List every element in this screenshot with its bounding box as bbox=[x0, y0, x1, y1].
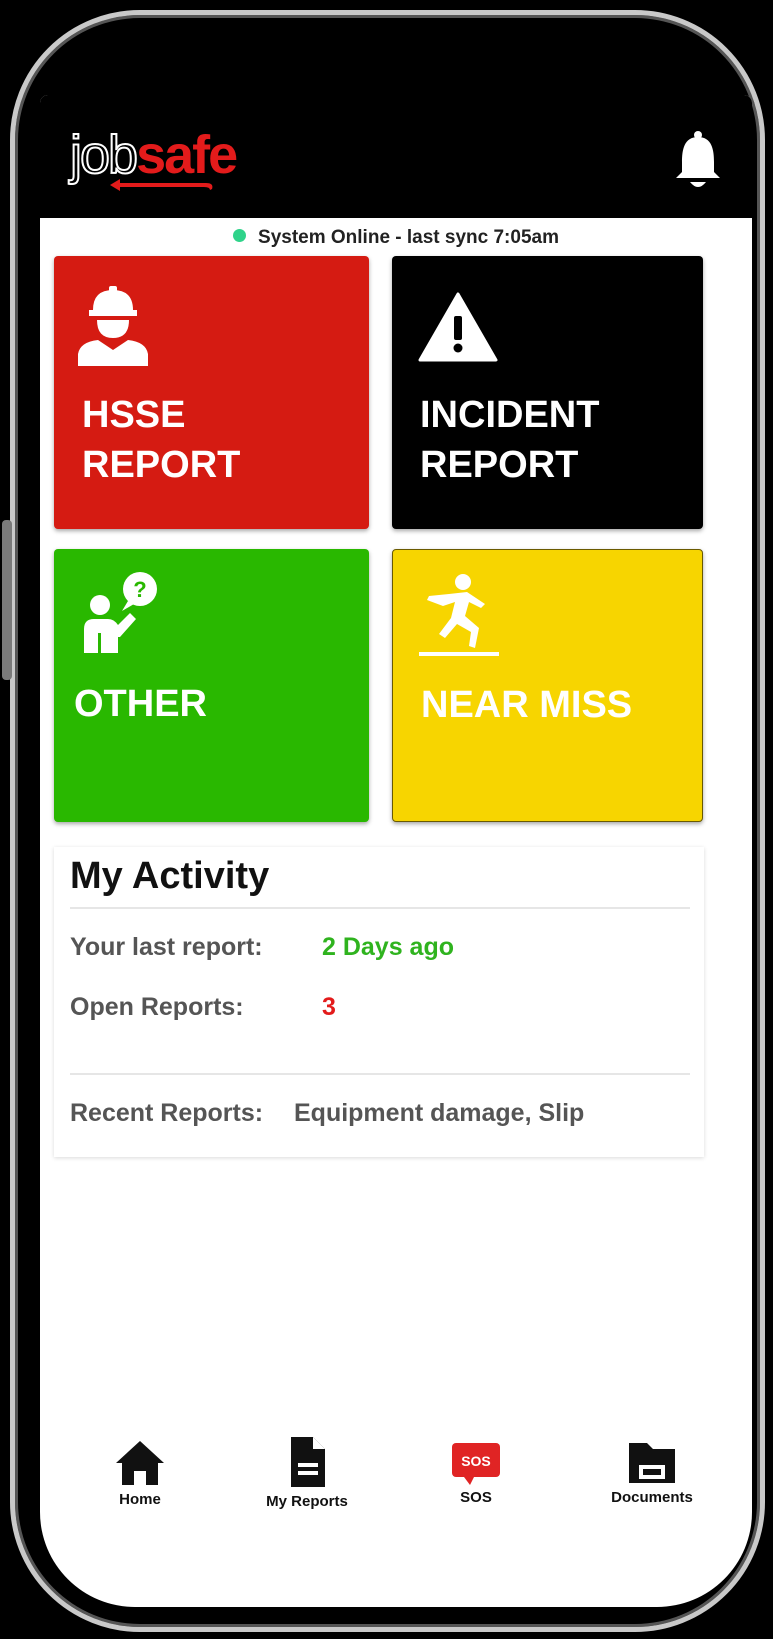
nav-my-reports[interactable]: My Reports bbox=[252, 1435, 362, 1510]
activity-divider-2 bbox=[70, 1073, 690, 1075]
document-icon bbox=[291, 1437, 325, 1487]
last-report-label: Your last report: bbox=[70, 933, 263, 961]
activity-divider bbox=[70, 907, 690, 909]
near-miss-label: NEAR MISS bbox=[421, 684, 633, 726]
nav-documents[interactable]: Documents bbox=[602, 1441, 702, 1506]
logo-swoosh-icon bbox=[110, 179, 213, 191]
nav-home[interactable]: Home bbox=[100, 1439, 180, 1508]
nav-documents-label: Documents bbox=[611, 1489, 693, 1506]
jobsafe-logo: jobsafe bbox=[69, 124, 238, 186]
svg-text:SOS: SOS bbox=[461, 1453, 491, 1469]
home-icon bbox=[116, 1441, 164, 1485]
system-status: System Online - last sync 7:05am bbox=[40, 227, 752, 249]
recent-reports-label: Recent Reports: bbox=[70, 1099, 264, 1127]
incident-report-tile[interactable]: INCIDENT REPORT bbox=[392, 256, 703, 529]
my-activity-card: My Activity Your last report: 2 Days ago… bbox=[54, 847, 704, 1157]
activity-title: My Activity bbox=[70, 855, 270, 897]
nav-sos-label: SOS bbox=[460, 1489, 492, 1506]
folder-icon bbox=[629, 1443, 675, 1483]
open-reports-label: Open Reports: bbox=[70, 993, 244, 1021]
hsse-report-tile[interactable]: HSSE REPORT bbox=[54, 256, 369, 529]
status-online-dot bbox=[233, 229, 247, 242]
last-report-value: 2 Days ago bbox=[322, 933, 455, 961]
nav-home-label: Home bbox=[119, 1491, 161, 1508]
sos-icon: SOS bbox=[452, 1443, 500, 1485]
construction-worker-icon bbox=[78, 286, 148, 366]
person-question-icon: ? bbox=[84, 572, 157, 653]
hsse-report-label: HSSE REPORT bbox=[82, 394, 241, 486]
bottom-nav: Home My Reports SOS SOS Documents bbox=[40, 1435, 752, 1535]
near-miss-tile[interactable]: NEAR MISS bbox=[392, 549, 703, 822]
other-label: OTHER bbox=[74, 683, 207, 725]
svg-text:?: ? bbox=[133, 577, 146, 602]
warning-triangle-icon bbox=[418, 292, 498, 362]
incident-report-label: INCIDENT REPORT bbox=[420, 394, 600, 486]
nav-sos[interactable]: SOS SOS bbox=[436, 1441, 516, 1506]
app-header: jobsafe bbox=[40, 95, 752, 218]
slip-fall-icon bbox=[419, 574, 499, 656]
app-screen: jobsafe System Online - last sync 7:05am… bbox=[40, 95, 752, 1607]
other-report-tile[interactable]: ? OTHER bbox=[54, 549, 369, 822]
open-reports-value[interactable]: 3 bbox=[322, 993, 336, 1022]
nav-my-reports-label: My Reports bbox=[266, 1493, 348, 1510]
phone-side-button bbox=[2, 520, 12, 680]
recent-reports-value[interactable]: Equipment damage, Slip bbox=[294, 1099, 584, 1128]
bell-icon[interactable] bbox=[672, 130, 724, 190]
